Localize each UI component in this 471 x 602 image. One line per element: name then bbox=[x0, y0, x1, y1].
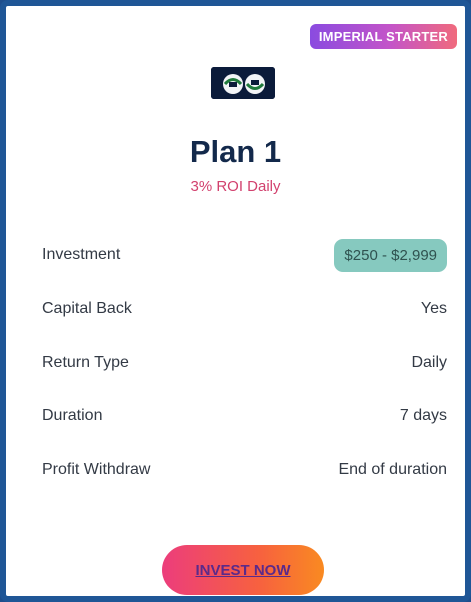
detail-row-return-type: Return Type Daily bbox=[42, 346, 447, 380]
detail-label: Investment bbox=[42, 246, 121, 263]
plan-card: IMPERIAL STARTER Plan 1 3% ROI Daily Inv… bbox=[0, 0, 471, 602]
detail-value: End of duration bbox=[338, 461, 447, 478]
detail-row-investment: Investment $250 - $2,999 bbox=[42, 238, 447, 272]
brand-logo-icon bbox=[211, 67, 275, 99]
plan-title: Plan 1 bbox=[189, 134, 282, 169]
detail-row-duration: Duration 7 days bbox=[42, 399, 447, 433]
detail-value: Yes bbox=[420, 300, 447, 317]
detail-label: Duration bbox=[42, 407, 103, 424]
detail-label: Capital Back bbox=[42, 300, 132, 317]
roi-text: 3% ROI Daily bbox=[190, 178, 281, 195]
detail-value: 7 days bbox=[399, 407, 447, 424]
invest-now-button[interactable]: INVEST NOW bbox=[162, 545, 324, 595]
detail-row-profit-withdraw: Profit Withdraw End of duration bbox=[42, 453, 447, 487]
detail-value: Daily bbox=[411, 354, 447, 371]
investment-range-badge: $250 - $2,999 bbox=[334, 238, 447, 272]
detail-row-capital-back: Capital Back Yes bbox=[42, 292, 447, 326]
detail-label: Profit Withdraw bbox=[42, 461, 151, 478]
detail-label: Return Type bbox=[42, 354, 129, 371]
plan-tier-badge: IMPERIAL STARTER bbox=[309, 24, 457, 49]
